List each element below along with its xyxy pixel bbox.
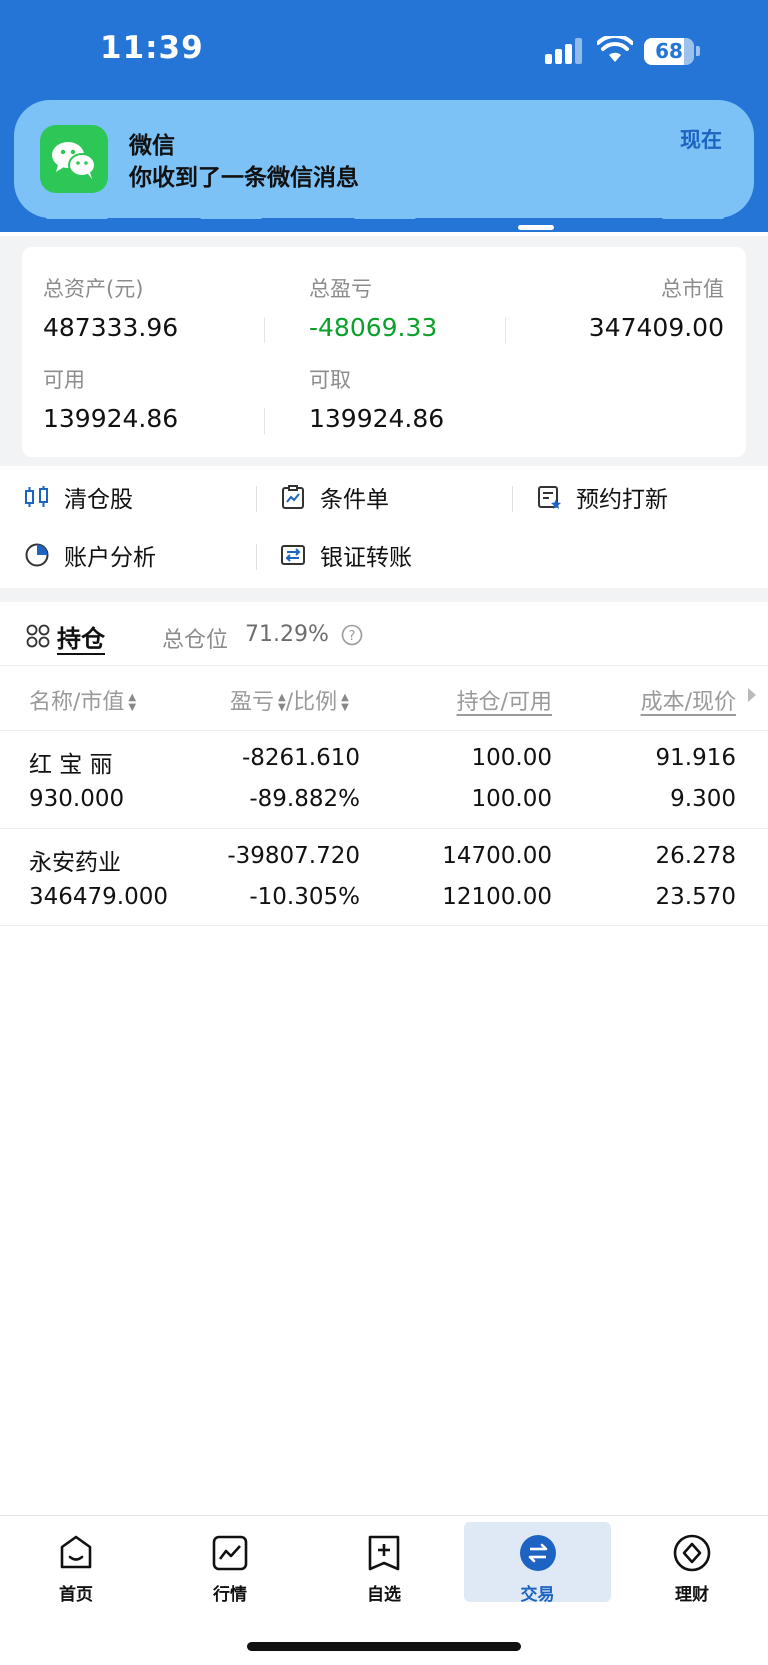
stock-pl: -39807.720 — [227, 843, 360, 869]
battery-icon: 68 — [644, 38, 694, 65]
notification-app-name: 微信 — [129, 133, 175, 159]
transfer-icon — [281, 545, 305, 565]
nav-label: 交易 — [520, 1585, 555, 1605]
table-row[interactable]: 永安药业 346479.000 -39807.720 -10.305% 1470… — [0, 828, 768, 926]
action-conditional-order[interactable]: 条件单 — [280, 480, 389, 514]
nav-label: 行情 — [213, 1585, 247, 1605]
stock-pl-ratio: -10.305% — [249, 884, 360, 910]
wifi-icon — [597, 36, 633, 62]
total-pl-value: -48069.33 — [309, 313, 438, 342]
holdings-section: 持仓 总仓位 71.29% ? 名称/市值 ▲ ▼ 盈亏 ▲ ▼/比例 ▲ ▼ 持仓/可用 … — [0, 602, 768, 1627]
action-label: 清仓股 — [64, 487, 133, 513]
action-ipo-reservation[interactable]: 预约打新 — [536, 480, 668, 514]
col-name-value[interactable]: 名称/市值 ▲ ▼ — [29, 684, 136, 716]
home-icon — [60, 1535, 92, 1569]
stock-available: 12100.00 — [442, 884, 552, 910]
stock-quantity: 14700.00 — [442, 843, 552, 869]
stock-name: 红 宝 丽 — [29, 752, 113, 778]
action-label: 预约打新 — [576, 487, 668, 513]
sort-icon: ▲ ▼ — [341, 692, 349, 713]
nav-market[interactable]: 行情 — [160, 1516, 300, 1606]
stock-cost: 91.916 — [655, 745, 736, 771]
position-label: 总仓位 — [162, 628, 229, 653]
account-summary-card: 总资产(元) 487333.96 总盈亏 -48069.33 总市值 34740… — [22, 247, 746, 457]
col-pl-ratio[interactable]: 盈亏 ▲ ▼/比例 ▲ ▼ — [230, 684, 349, 716]
action-bank-transfer[interactable]: 银证转账 — [280, 538, 412, 572]
notification-time: 现在 — [680, 128, 722, 152]
tab-indicator — [518, 225, 554, 230]
withdrawable-label: 可取 — [309, 368, 351, 392]
nav-label: 理财 — [675, 1585, 709, 1605]
reservation-icon — [538, 486, 561, 509]
sort-icon: ▲ ▼ — [278, 692, 286, 713]
nav-home[interactable]: 首页 — [6, 1516, 146, 1606]
clipboard-chart-icon — [282, 485, 304, 509]
action-label: 条件单 — [320, 487, 389, 513]
grid-icon — [26, 624, 50, 648]
stock-quantity: 100.00 — [471, 745, 552, 771]
cellular-signal-icon — [545, 38, 583, 64]
notification-message: 你收到了一条微信消息 — [129, 165, 359, 191]
stock-pl: -8261.610 — [241, 745, 360, 771]
pie-chart-icon — [25, 543, 49, 567]
withdrawable-value: 139924.86 — [309, 404, 445, 433]
action-label: 银证转账 — [320, 545, 412, 571]
nav-watchlist[interactable]: 自选 — [314, 1516, 454, 1606]
svg-text:?: ? — [349, 629, 356, 644]
wealth-icon — [673, 1534, 711, 1572]
top-header: 11:39 68 微信 你收到了一条微信消息 现在 — [0, 0, 768, 232]
stock-cost: 26.278 — [655, 843, 736, 869]
tab-holdings[interactable]: 持仓 — [57, 619, 105, 654]
market-value: 347409.00 — [588, 313, 724, 342]
action-label: 账户分析 — [64, 545, 156, 571]
sort-icon: ▲ ▼ — [128, 692, 137, 713]
total-assets-label: 总资产(元) — [43, 277, 144, 301]
wechat-notification[interactable]: 微信 你收到了一条微信消息 现在 — [14, 100, 754, 218]
stock-available: 100.00 — [471, 786, 552, 812]
available-value: 139924.86 — [43, 404, 179, 433]
home-indicator[interactable] — [247, 1642, 521, 1651]
nav-trade[interactable]: 交易 — [464, 1522, 611, 1605]
nav-label: 首页 — [59, 1585, 93, 1605]
status-time: 11:39 — [100, 30, 204, 66]
col-cost-price[interactable]: 成本/现价 — [641, 684, 736, 716]
stock-pl-ratio: -89.882% — [249, 786, 360, 812]
nav-wealth[interactable]: 理财 — [622, 1516, 762, 1606]
market-value-label: 总市值 — [661, 277, 724, 301]
quick-actions: 清仓股 条件单 预约打新 账户分析 银证转账 — [0, 466, 768, 588]
scroll-right-icon[interactable] — [748, 688, 756, 702]
wechat-icon — [40, 125, 108, 193]
stock-price: 23.570 — [655, 884, 736, 910]
bookmark-add-icon — [368, 1535, 400, 1571]
action-clear-stock[interactable]: 清仓股 — [24, 480, 133, 514]
candlestick-icon — [25, 486, 48, 507]
table-row[interactable]: 红 宝 丽 930.000 -8261.610 -89.882% 100.00 … — [0, 730, 768, 828]
stock-market-value: 346479.000 — [29, 884, 169, 910]
chart-icon — [212, 1535, 248, 1571]
total-pl-label: 总盈亏 — [309, 277, 372, 301]
action-account-analysis[interactable]: 账户分析 — [24, 538, 156, 572]
help-icon[interactable]: ? — [341, 624, 363, 646]
position-value: 71.29% — [245, 622, 329, 647]
battery-level: 68 — [655, 39, 683, 63]
trade-icon — [519, 1535, 556, 1571]
stock-price: 9.300 — [670, 786, 736, 812]
col-qty-available[interactable]: 持仓/可用 — [457, 684, 552, 716]
stock-market-value: 930.000 — [29, 786, 125, 812]
nav-label: 自选 — [367, 1585, 401, 1605]
holdings-header: 持仓 总仓位 71.29% ? — [0, 602, 768, 666]
total-assets-value: 487333.96 — [43, 313, 179, 342]
available-label: 可用 — [43, 368, 85, 392]
stock-name: 永安药业 — [29, 850, 121, 876]
